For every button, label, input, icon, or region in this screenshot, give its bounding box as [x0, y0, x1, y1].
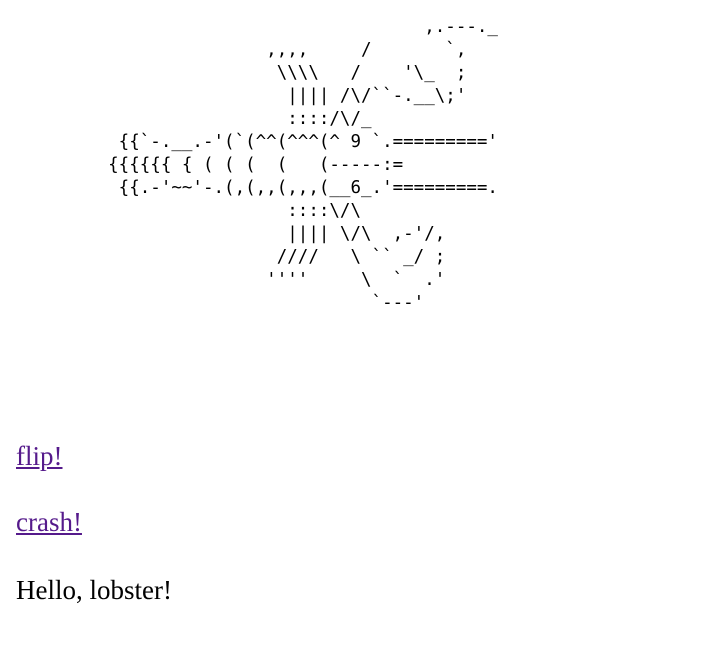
flip-link[interactable]: flip!: [16, 441, 63, 471]
greeting-text: Hello, lobster!: [16, 575, 172, 605]
crash-paragraph: crash!: [16, 506, 82, 538]
flip-paragraph: flip!: [16, 440, 63, 472]
lobster-ascii-art: ,.---._ ,,,, / `, \\\\ / '\_ ; |||| /\/`…: [108, 17, 498, 313]
crash-link[interactable]: crash!: [16, 507, 82, 537]
